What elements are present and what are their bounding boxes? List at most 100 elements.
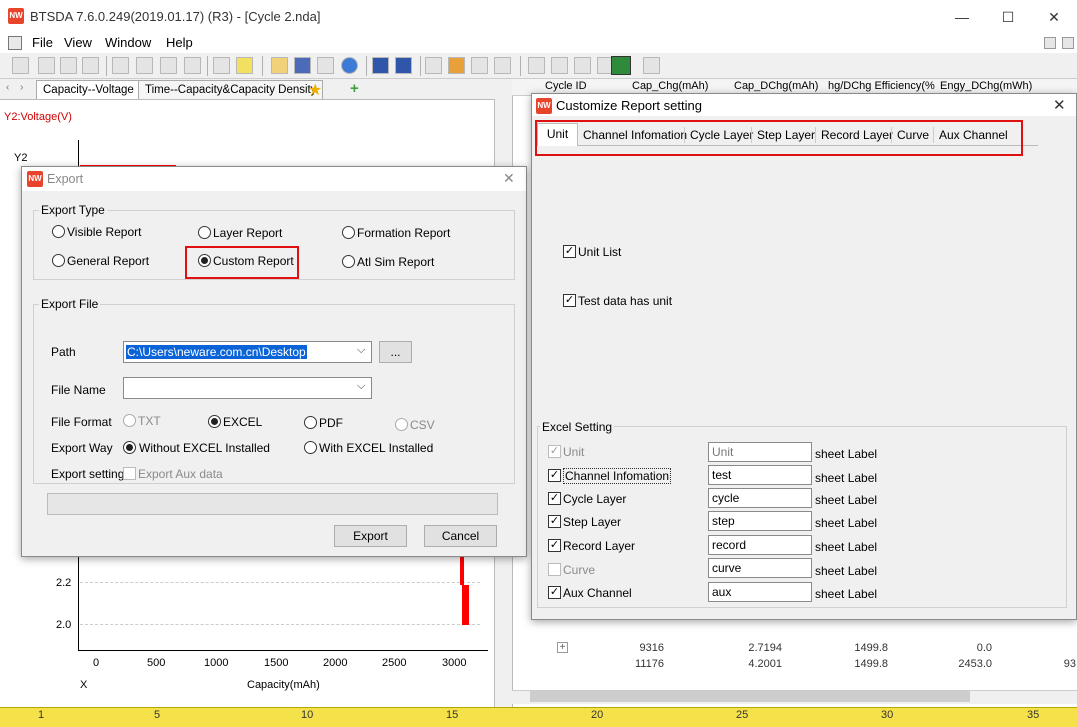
radio-atl-sim-report[interactable]	[342, 255, 355, 268]
radio-label: TXT	[138, 414, 161, 428]
radio-with-excel[interactable]	[304, 441, 317, 454]
sheet-cycle-checkbox[interactable]: ✓	[548, 492, 561, 505]
settings-grid-icon[interactable]	[494, 57, 511, 74]
sheet-record-checkbox[interactable]: ✓	[548, 539, 561, 552]
marker-icon[interactable]	[448, 57, 465, 74]
maximize-button[interactable]: ☐	[985, 4, 1031, 30]
sheet-aux-input[interactable]: aux	[708, 582, 812, 602]
x-tick-label: 1000	[204, 657, 229, 669]
sheet-curve-input[interactable]: curve	[708, 558, 812, 578]
radio-label: Without EXCEL Installed	[139, 441, 270, 455]
grid-cell: 0.0	[976, 642, 992, 654]
radio-visible-report[interactable]	[52, 225, 65, 238]
export-dialog-titlebar	[22, 167, 526, 191]
browse-button[interactable]: ...	[379, 341, 412, 363]
redo-icon[interactable]	[184, 57, 201, 74]
export-button[interactable]: Export	[334, 525, 407, 547]
zoom-in-icon[interactable]	[60, 57, 77, 74]
sheet-step-checkbox[interactable]: ✓	[548, 515, 561, 528]
sheet-record-input[interactable]: record	[708, 535, 812, 555]
language-icon[interactable]	[425, 57, 442, 74]
radio-layer-report[interactable]	[198, 226, 211, 239]
mdi-restore-icon[interactable]	[1044, 37, 1056, 49]
tab-time-capacity[interactable]: Time--Capacity&Capacity Density	[138, 80, 324, 99]
column-header[interactable]: hg/DChg Efficiency(%	[828, 80, 935, 92]
pointer-tool-icon[interactable]	[38, 57, 55, 74]
zoom-out-icon[interactable]	[82, 57, 99, 74]
sheet-step-label: Step Layer	[563, 515, 622, 529]
y-tick-label: 2.0	[56, 619, 72, 631]
sheet-aux-checkbox[interactable]: ✓	[548, 586, 561, 599]
arrow-right-icon[interactable]	[395, 57, 412, 74]
sheet-step-input[interactable]: step	[708, 511, 812, 531]
arrow-left-icon[interactable]	[372, 57, 389, 74]
table-view-icon[interactable]	[528, 57, 545, 74]
ruler-tick: 5	[154, 709, 161, 721]
test-data-unit-checkbox[interactable]: ✓	[563, 294, 576, 307]
mdi-close-icon[interactable]	[1062, 37, 1074, 49]
help-icon[interactable]	[341, 57, 358, 74]
menu-bar	[0, 33, 1077, 53]
column-header[interactable]: Cap_Chg(mAh)	[632, 80, 708, 92]
column-header[interactable]: Engy_DChg(mWh)	[940, 80, 1032, 92]
export-aux-checkbox[interactable]	[123, 467, 136, 480]
sheet-label-text: sheet Label	[815, 447, 878, 461]
radio-format-csv[interactable]	[395, 418, 408, 431]
tab-scroll-right-icon[interactable]: ›	[20, 82, 23, 93]
document-menu-icon[interactable]	[8, 36, 22, 50]
minimize-button[interactable]: —	[939, 4, 985, 30]
print-icon[interactable]	[317, 57, 334, 74]
x-axis-prefix: X	[80, 679, 88, 691]
reset-icon[interactable]	[112, 57, 129, 74]
cancel-button[interactable]: Cancel	[424, 525, 497, 547]
draw-line-icon[interactable]	[213, 57, 230, 74]
menu-help[interactable]: Help	[166, 35, 193, 50]
column-header[interactable]: Cycle ID	[545, 80, 587, 92]
expand-row-icon[interactable]: +	[557, 642, 568, 653]
file-name-combobox[interactable]	[123, 377, 372, 399]
sort-icon[interactable]	[643, 57, 660, 74]
star-icon[interactable]: ★	[308, 80, 322, 100]
undo-icon[interactable]	[160, 57, 177, 74]
tab-capacity-voltage[interactable]: Capacity--Voltage	[36, 80, 141, 99]
tab-scroll-left-icon[interactable]: ‹	[6, 82, 9, 93]
scrollbar-thumb[interactable]	[530, 691, 970, 702]
radio-formation-report[interactable]	[342, 226, 355, 239]
export-setting-label: Export setting	[51, 467, 125, 481]
sheet-unit-input[interactable]: Unit	[708, 442, 812, 462]
table-columns-icon[interactable]	[551, 57, 568, 74]
radio-general-report[interactable]	[52, 254, 65, 267]
report-dialog-close-button[interactable]: ✕	[1053, 96, 1066, 114]
sheet-cycle-input[interactable]: cycle	[708, 488, 812, 508]
add-tab-icon[interactable]: +	[350, 80, 359, 97]
column-header[interactable]: Cap_DChg(mAh)	[734, 80, 818, 92]
copy-chart-icon[interactable]	[136, 57, 153, 74]
menu-view[interactable]: View	[64, 35, 92, 50]
sheet-channel-checkbox[interactable]: ✓	[548, 469, 561, 482]
grid-cell: 4.2001	[748, 658, 782, 670]
radio-without-excel[interactable]	[123, 441, 136, 454]
radio-format-txt[interactable]	[123, 414, 136, 427]
radio-label: Layer Report	[213, 226, 283, 240]
save-icon[interactable]	[294, 57, 311, 74]
radio-format-excel[interactable]	[208, 415, 221, 428]
sheet-channel-input[interactable]: test	[708, 465, 812, 485]
chevron-down-icon[interactable]: ⌵	[357, 344, 365, 357]
sheet-unit-checkbox[interactable]: ✓	[548, 445, 561, 458]
menu-file[interactable]: File	[32, 35, 53, 50]
sheet-curve-checkbox[interactable]	[548, 563, 561, 576]
radio-format-pdf[interactable]	[304, 416, 317, 429]
pan-tool-icon[interactable]	[12, 57, 29, 74]
unit-list-checkbox[interactable]: ✓	[563, 245, 576, 258]
export-dialog-close-button[interactable]: ✕	[503, 170, 515, 187]
x-axis-title: Capacity(mAh)	[247, 679, 320, 691]
excel-export-icon[interactable]	[611, 56, 631, 75]
filter-icon[interactable]	[236, 57, 253, 74]
chevron-down-icon[interactable]: ⌵	[357, 380, 365, 393]
close-button[interactable]: ✕	[1031, 4, 1077, 30]
layout-icon[interactable]	[471, 57, 488, 74]
ruler-tick: 35	[1027, 709, 1040, 721]
open-folder-icon[interactable]	[271, 57, 288, 74]
menu-window[interactable]: Window	[105, 35, 151, 50]
table-rows-icon[interactable]	[574, 57, 591, 74]
